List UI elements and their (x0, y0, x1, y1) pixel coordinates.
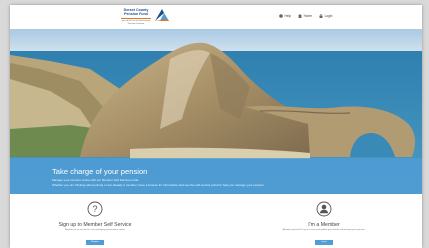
site-header: Dorset County Pension Fund part of the L… (10, 5, 422, 29)
logo-rule (121, 18, 151, 19)
hero-subtitle-1: Manage your pension online with our Memb… (52, 178, 139, 182)
nav-home-label: Home (303, 14, 313, 18)
logo-emblem-icon (155, 9, 169, 21)
member-card-title: I'm a Member (308, 222, 340, 228)
register-button[interactable]: Register (86, 240, 104, 245)
login-button[interactable]: Log in (315, 240, 333, 245)
member-card: I'm a Member Already registered? Log in … (244, 201, 404, 248)
signup-card-title: Sign up to Member Self Service (58, 222, 132, 228)
signup-card-description: Register for an account to start managin… (64, 229, 126, 231)
nav-help-label: Help (284, 14, 292, 18)
nav-login-label: Login (324, 14, 333, 18)
logo-tagline: part of the Local Government Pension Sch… (121, 19, 151, 25)
question-circle-icon: ? (87, 201, 103, 217)
logo-wordmark: Dorset County Pension Fund (118, 8, 154, 17)
top-nav: Help Home Login (279, 14, 332, 18)
member-card-description: Already registered? Log in to view and u… (282, 229, 366, 231)
help-icon (279, 14, 283, 18)
site-logo[interactable]: Dorset County Pension Fund part of the L… (118, 8, 178, 27)
user-circle-icon (316, 201, 332, 217)
svg-text:?: ? (92, 204, 97, 214)
hero-subtitle-2: Whether you are thinking about joining o… (52, 183, 265, 187)
hero-band (10, 158, 422, 194)
hero-title: Take charge of your pension (52, 167, 148, 176)
browser-page: Dorset County Pension Fund part of the L… (10, 5, 422, 248)
nav-home[interactable]: Home (298, 14, 312, 18)
login-icon (319, 14, 323, 18)
home-icon (298, 14, 303, 18)
logo-line-2: Pension Fund (124, 12, 148, 17)
nav-login[interactable]: Login (319, 14, 332, 18)
signup-card: ? Sign up to Member Self Service Registe… (15, 201, 175, 248)
nav-help[interactable]: Help (279, 14, 291, 18)
hero-banner: Take charge of your pension Manage your … (10, 29, 422, 194)
